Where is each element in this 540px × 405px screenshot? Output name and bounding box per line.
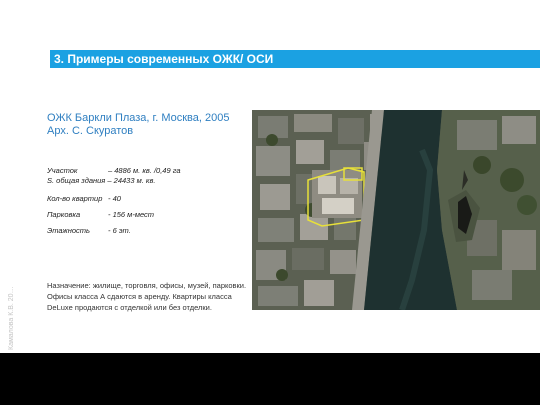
fact-label: Этажность: [47, 226, 90, 235]
architect-name: Арх. С. Скуратов: [47, 125, 134, 137]
fact-value: S. общая здания – 24433 м. кв.: [47, 176, 156, 185]
description-text: Назначение: жилище, торговля, офисы, муз…: [47, 281, 247, 312]
fact-value: - 156 м-мест: [108, 210, 155, 219]
fact-label: Парковка: [47, 210, 81, 219]
fact-label: Кол-во квартир: [47, 194, 103, 203]
fact-floors: Этажность - 6 эт.: [47, 224, 181, 238]
fact-value: - 6 эт.: [108, 226, 131, 235]
fact-parking: Парковка - 156 м-мест: [47, 208, 181, 222]
satellite-map-image: [252, 110, 540, 310]
slide-title: 3. Примеры современных ОЖК/ ОСИ: [54, 52, 274, 66]
fact-apartments: Кол-во квартир - 40: [47, 192, 181, 206]
project-subtitle: ОЖК Баркли Плаза, г. Москва, 2005 Арх. С…: [47, 112, 229, 138]
facts-list: Участок – 4886 м. кв. /0,49 га S. общая …: [47, 164, 181, 238]
slide: 3. Примеры современных ОЖК/ ОСИ ОЖК Барк…: [0, 0, 540, 353]
project-name: ОЖК Баркли Плаза, г. Москва, 2005: [47, 112, 230, 124]
fact-value: - 40: [108, 194, 121, 203]
author-vertical-text: Камалова К.В. 20…: [8, 286, 15, 350]
